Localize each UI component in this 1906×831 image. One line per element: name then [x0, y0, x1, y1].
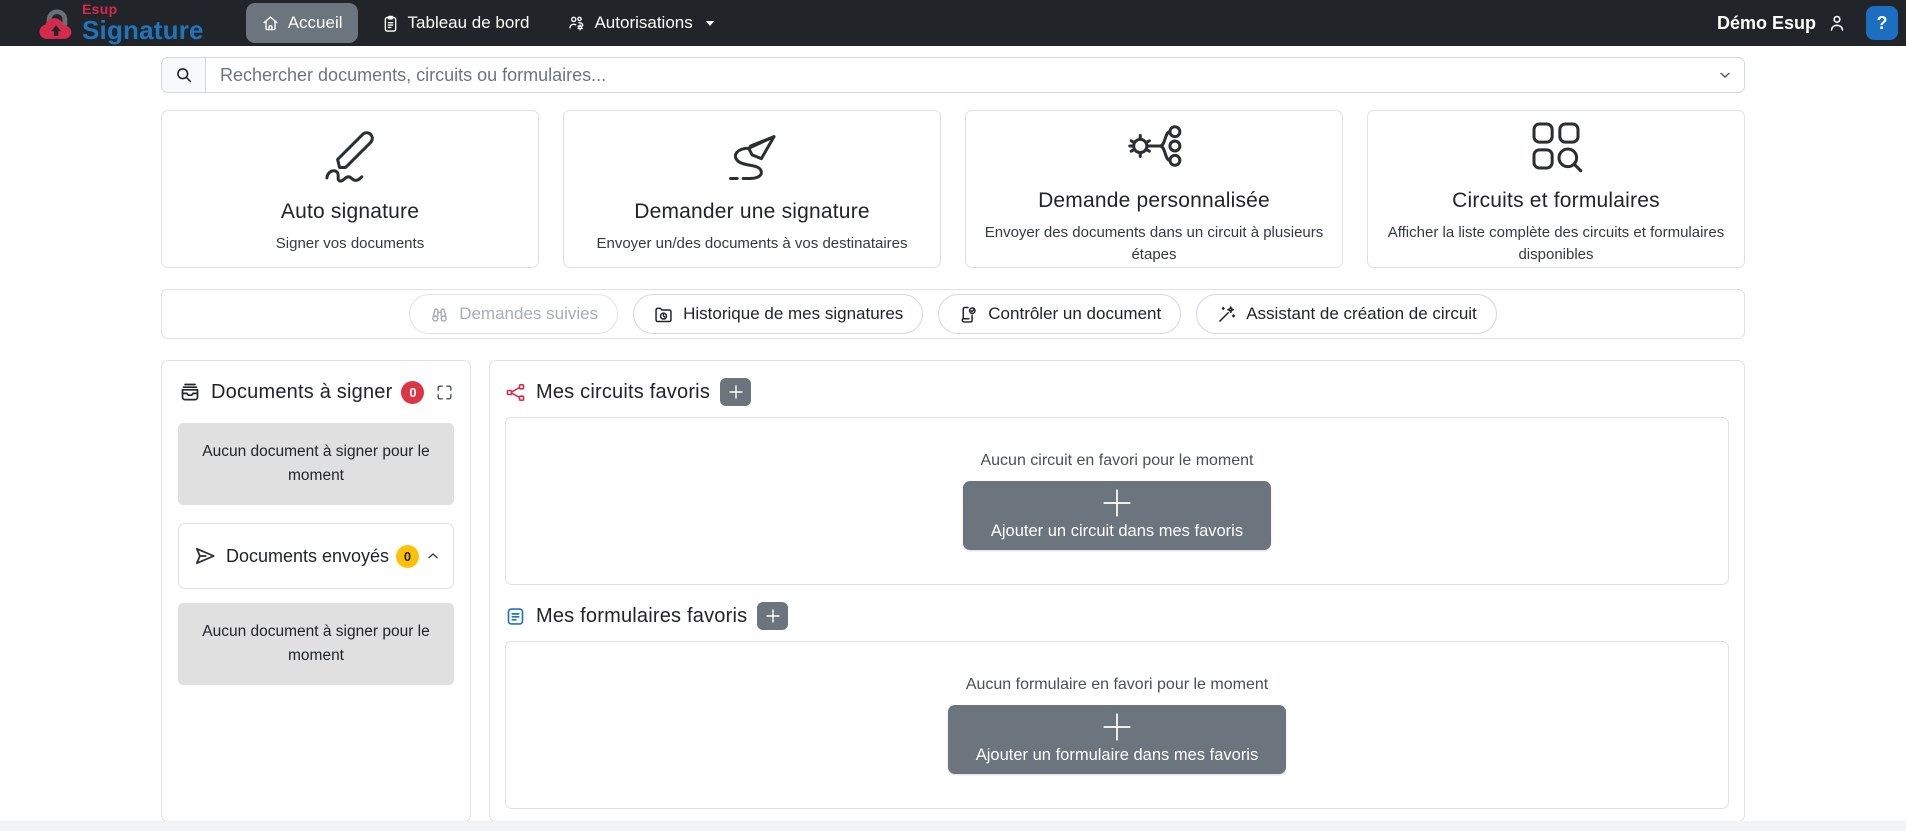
users-gear-icon	[567, 14, 586, 33]
button-label: Assistant de création de circuit	[1246, 304, 1477, 324]
inbox-tray-icon	[178, 380, 202, 404]
card-circuits-formulaires[interactable]: Circuits et formulaires Afficher la list…	[1367, 110, 1745, 268]
brand-logo[interactable]: Esup Signature	[36, 2, 204, 45]
card-demander-signature[interactable]: Demander une signature Envoyer un/des do…	[563, 110, 941, 268]
brand-esup: Esup	[82, 2, 204, 16]
navbar: Esup Signature Accueil Tableau de bord	[0, 0, 1906, 46]
section-title: Mes circuits favoris	[536, 381, 710, 404]
controler-document-button[interactable]: Contrôler un document	[938, 294, 1181, 334]
home-icon	[261, 14, 280, 33]
tab-label: Accueil	[288, 13, 343, 33]
user-name[interactable]: Démo Esup	[1717, 13, 1816, 34]
action-cards-row: Auto signature Signer vos documents Dema…	[161, 110, 1745, 268]
tab-label: Autorisations	[594, 13, 692, 33]
grid-search-icon	[1523, 113, 1589, 179]
caret-down-icon	[705, 20, 715, 27]
card-title: Demander une signature	[634, 200, 870, 224]
historique-signatures-button[interactable]: Historique de mes signatures	[633, 294, 923, 334]
magic-wand-icon	[1216, 304, 1237, 325]
empty-message: Aucun circuit en favori pour le moment	[980, 452, 1253, 470]
card-subtitle: Envoyer des documents dans un circuit à …	[984, 222, 1324, 266]
ajouter-formulaire-favoris-button[interactable]: Ajouter un formulaire dans mes favoris	[948, 705, 1286, 774]
tab-accueil[interactable]: Accueil	[246, 3, 358, 43]
add-circuit-favori-button[interactable]	[720, 378, 751, 406]
quick-actions-bar: Demandes suivies Historique de mes signa…	[161, 289, 1745, 339]
panel-title: Documents envoyés	[219, 544, 396, 568]
chevron-up-icon	[425, 548, 441, 564]
card-title: Auto signature	[281, 200, 419, 224]
lock-cloud-logo-icon	[36, 3, 78, 45]
search-bar	[161, 57, 1745, 93]
card-subtitle: Afficher la liste complète des circuits …	[1386, 222, 1726, 266]
sent-empty-message: Aucun document à signer pour le moment	[178, 603, 454, 685]
document-check-icon	[958, 304, 979, 325]
person-icon[interactable]	[1826, 12, 1848, 34]
button-label: Ajouter un formulaire dans mes favoris	[976, 746, 1258, 765]
tab-label: Tableau de bord	[408, 13, 530, 33]
plus-icon	[765, 608, 781, 624]
search-input[interactable]	[205, 57, 1745, 93]
button-label: Demandes suivies	[459, 304, 598, 324]
section-title: Mes formulaires favoris	[536, 605, 747, 628]
card-auto-signature[interactable]: Auto signature Signer vos documents	[161, 110, 539, 268]
footer-strip	[0, 821, 1906, 831]
panel-title: Documents à signer	[211, 381, 392, 404]
main-content: Auto signature Signer vos documents Dema…	[161, 57, 1745, 822]
folder-clock-icon	[653, 304, 674, 325]
search-icon	[161, 57, 205, 93]
sent-count-badge: 0	[396, 545, 419, 568]
gear-workflow-icon	[1121, 113, 1187, 179]
paper-plane-icon	[191, 542, 219, 570]
help-button[interactable]: ?	[1866, 6, 1898, 40]
navbar-right: Démo Esup ?	[1717, 6, 1898, 40]
circuits-favoris-section: Mes circuits favoris Aucun circuit en fa…	[505, 375, 1729, 585]
send-route-icon	[719, 124, 785, 190]
formulaires-favoris-box: Aucun formulaire en favori pour le momen…	[505, 641, 1729, 809]
card-subtitle: Envoyer un/des documents à vos destinata…	[596, 233, 907, 255]
card-title: Demande personnalisée	[1038, 189, 1270, 213]
button-label: Ajouter un circuit dans mes favoris	[991, 522, 1243, 541]
signature-pen-icon	[317, 124, 383, 190]
plus-icon	[728, 384, 744, 400]
to-sign-count-badge: 0	[401, 381, 424, 404]
documents-envoyes-toggle[interactable]: Documents envoyés 0	[178, 523, 454, 589]
card-subtitle: Signer vos documents	[276, 233, 424, 255]
empty-message: Aucun formulaire en favori pour le momen…	[966, 676, 1268, 694]
to-sign-empty-message: Aucun document à signer pour le moment	[178, 423, 454, 505]
plus-icon	[1100, 710, 1134, 744]
plus-icon	[1100, 486, 1134, 520]
binoculars-icon	[429, 304, 450, 325]
add-formulaire-favori-button[interactable]	[757, 602, 788, 630]
clipboard-icon	[381, 14, 400, 33]
card-demande-personnalisee[interactable]: Demande personnalisée Envoyer des docume…	[965, 110, 1343, 268]
button-label: Historique de mes signatures	[683, 304, 903, 324]
brand-signature: Signature	[82, 17, 204, 43]
ajouter-circuit-favoris-button[interactable]: Ajouter un circuit dans mes favoris	[963, 481, 1271, 550]
demandes-suivies-button[interactable]: Demandes suivies	[409, 294, 618, 334]
assistant-creation-circuit-button[interactable]: Assistant de création de circuit	[1196, 294, 1497, 334]
form-lines-icon	[505, 606, 526, 627]
nav-tabs: Accueil Tableau de bord Autorisations	[246, 0, 730, 46]
favorites-panel: Mes circuits favoris Aucun circuit en fa…	[489, 360, 1745, 822]
tab-autorisations[interactable]: Autorisations	[552, 3, 729, 43]
button-label: Contrôler un document	[988, 304, 1161, 324]
tab-tableau-de-bord[interactable]: Tableau de bord	[366, 3, 545, 43]
main-row: Documents à signer 0 Aucun document à si…	[161, 360, 1745, 822]
documents-panel: Documents à signer 0 Aucun document à si…	[161, 360, 471, 822]
card-title: Circuits et formulaires	[1452, 189, 1660, 213]
expand-icon[interactable]	[435, 383, 454, 402]
formulaires-favoris-section: Mes formulaires favoris Aucun formulaire…	[505, 599, 1729, 809]
documents-a-signer-header: Documents à signer 0	[178, 375, 454, 409]
circuits-favoris-box: Aucun circuit en favori pour le moment A…	[505, 417, 1729, 585]
network-nodes-icon	[505, 382, 526, 403]
